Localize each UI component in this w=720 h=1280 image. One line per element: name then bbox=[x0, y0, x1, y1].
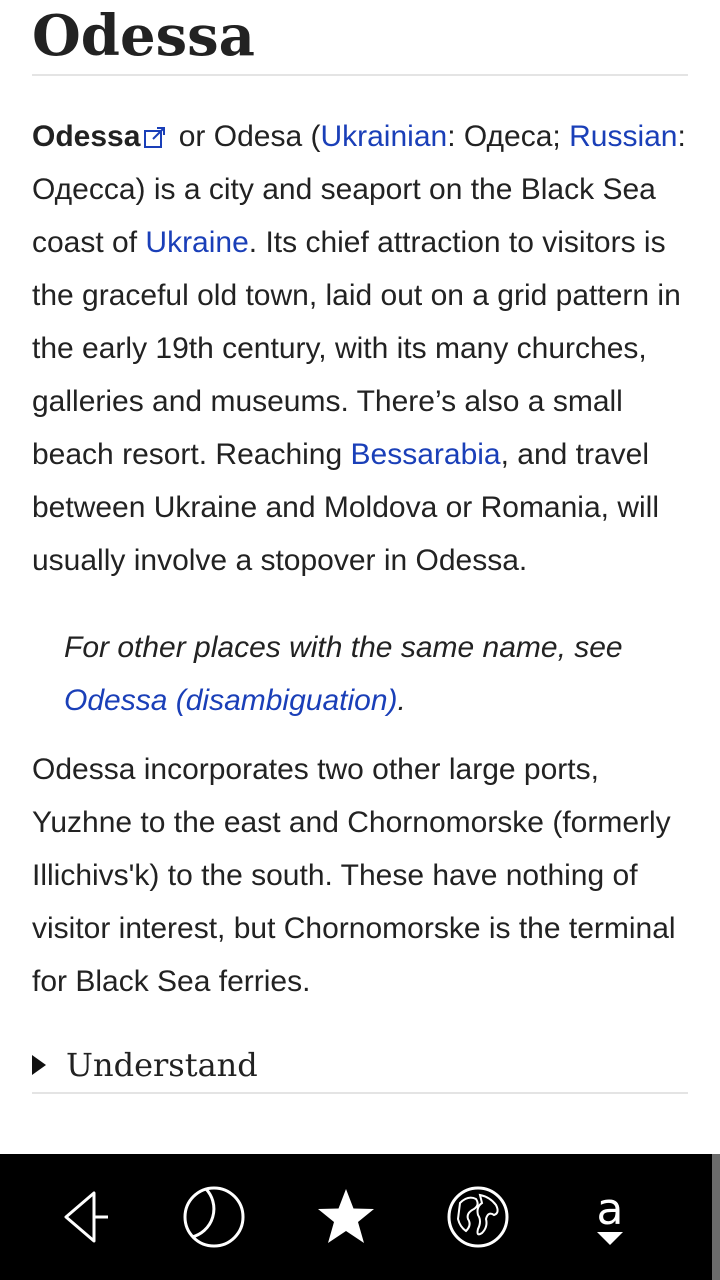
intro-paragraph: Odessa or Odesa (Ukrainian: Одеса; Russi… bbox=[32, 110, 688, 587]
font-size-glyph: a bbox=[596, 1184, 624, 1235]
back-button[interactable] bbox=[44, 1179, 120, 1255]
link-disambiguation[interactable]: Odessa (disambiguation) bbox=[64, 684, 398, 717]
back-icon bbox=[64, 1191, 108, 1243]
link-bessarabia[interactable]: Bessarabia bbox=[351, 438, 501, 471]
globe-icon bbox=[447, 1186, 509, 1248]
link-ukrainian[interactable]: Ukrainian bbox=[320, 120, 447, 153]
section-understand-label: Understand bbox=[66, 1046, 258, 1084]
scrollbar[interactable] bbox=[712, 1154, 720, 1280]
night-mode-icon bbox=[183, 1186, 245, 1248]
link-ukraine[interactable]: Ukraine bbox=[145, 226, 248, 259]
external-link-icon[interactable] bbox=[144, 126, 166, 148]
article-name-bold: Odessa bbox=[32, 120, 141, 153]
font-size-icon: a bbox=[596, 1184, 624, 1246]
link-russian[interactable]: Russian bbox=[569, 120, 677, 153]
intro-text-1: or Odesa ( bbox=[170, 120, 321, 153]
font-size-button[interactable]: a bbox=[572, 1179, 648, 1255]
down-arrow-icon bbox=[597, 1232, 623, 1245]
hatnote-end: . bbox=[397, 684, 406, 717]
expand-triangle-icon bbox=[32, 1055, 46, 1075]
night-mode-button[interactable] bbox=[176, 1179, 252, 1255]
language-button[interactable] bbox=[440, 1179, 516, 1255]
intro-text-2: : Одеса; bbox=[447, 120, 570, 153]
bookmark-star-icon bbox=[318, 1189, 374, 1243]
hatnote-text: For other places with the same name, see bbox=[64, 631, 623, 664]
article-content: Odessa Odessa or Odesa (Ukrainian: Одеса… bbox=[32, 0, 688, 1094]
disambiguation-hatnote: For other places with the same name, see… bbox=[64, 621, 688, 727]
bookmark-button[interactable] bbox=[308, 1179, 384, 1255]
intro-text-4: . Its chief attraction to visitors is th… bbox=[32, 226, 681, 471]
section-understand[interactable]: Understand bbox=[32, 1038, 688, 1094]
page-title: Odessa bbox=[32, 0, 688, 76]
bottom-toolbar: a bbox=[0, 1154, 720, 1280]
ports-paragraph: Odessa incorporates two other large port… bbox=[32, 753, 676, 998]
